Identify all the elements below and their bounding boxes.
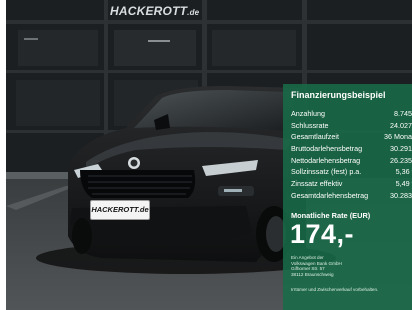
row-value: 8.745 € [394, 109, 412, 118]
dealer-sign-domain: .de [187, 8, 200, 17]
row-label: Gesamtlaufzeit [291, 132, 339, 142]
financing-row: Anzahlung 8.745 € [291, 108, 412, 120]
row-value: 30.283 € [390, 190, 412, 200]
financing-row: Bruttodarlehensbetrag 30.291 € [291, 143, 412, 155]
financing-row: Sollzinssatz (fest) p.a. 5,36 % [291, 166, 412, 178]
row-label: Bruttodarlehensbetrag [291, 144, 363, 154]
offer-line: 38112 Braunschweig [291, 271, 334, 277]
license-plate: HACKEROTT.de [90, 200, 150, 220]
offer-provider: Ein Angebot der Volkswagen Bank GmbH Gif… [291, 255, 342, 277]
row-value: 26.235 € [390, 155, 412, 165]
row-label: Gesamtdarlehensbetrag [291, 190, 369, 200]
row-label: Schlussrate [291, 120, 329, 130]
row-label: Zinssatz effektiv [291, 179, 343, 189]
financing-row: Zinssatz effektiv 5,49 % [291, 178, 412, 190]
row-label: Sollzinssatz (fest) p.a. [291, 167, 362, 177]
row-label: Nettodarlehensbetrag [291, 155, 361, 165]
dealer-sign-name: HACKEROTT [110, 4, 188, 18]
financing-row: Schlussrate 24.027 € [291, 120, 412, 132]
listing-image: HACKEROTT.de HACKEROTT.de Finanzierungsb… [6, 0, 412, 310]
financing-row: Gesamtdarlehensbetrag 30.283 € [291, 190, 412, 202]
financing-row: Nettodarlehensbetrag 26.235 € [291, 155, 412, 167]
row-value: 5,36 % [395, 167, 412, 177]
financing-title: Finanzierungsbeispiel [291, 90, 386, 100]
financing-row: Gesamtlaufzeit 36 Monate [291, 131, 412, 143]
row-value: 36 Monate [384, 132, 412, 142]
row-label: Anzahlung [291, 109, 325, 118]
row-value: 5,49 % [395, 179, 412, 189]
financing-panel: Finanzierungsbeispiel Anzahlung 8.745 € S… [283, 84, 412, 310]
financing-rows: Anzahlung 8.745 € Schlussrate 24.027 € Ges… [291, 108, 412, 202]
dealer-sign: HACKEROTT.de [110, 4, 199, 18]
row-value: 24.027 € [390, 120, 412, 130]
row-value: 30.291 € [390, 144, 412, 154]
monthly-rate-value: 174,- [290, 219, 355, 249]
disclaimer: Irrtümer und Zwischenverkauf vorbehalten… [291, 287, 379, 292]
